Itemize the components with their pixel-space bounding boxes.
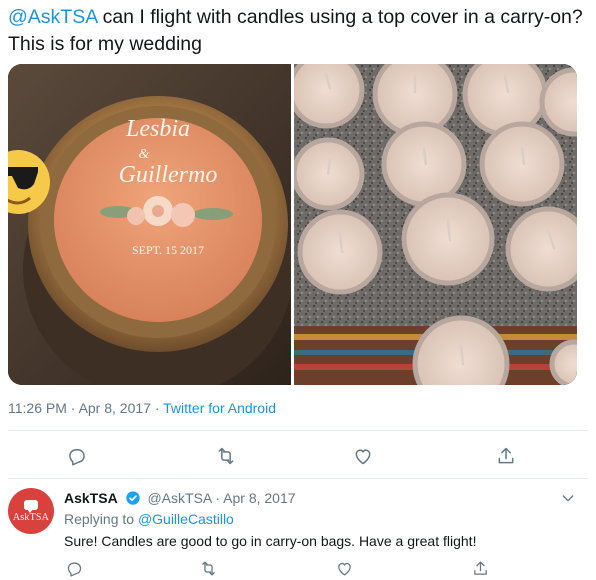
verified-badge-icon (125, 491, 140, 505)
mention-link[interactable]: @AskTSA (8, 6, 97, 28)
label-name-2: Guillermo (119, 162, 218, 188)
tweet-actions (0, 440, 596, 472)
tweet-text: @AskTSA can I flight with candles using … (8, 4, 588, 58)
wedding-tin-photo: Lesbia & Guillermo SEPT. 15 2017 (8, 64, 291, 385)
meta-separator: · (66, 400, 79, 416)
reply-date[interactable]: Apr 8, 2017 (223, 490, 295, 506)
meta-separator: · (211, 490, 224, 506)
candle-jars-photo (294, 64, 577, 385)
replying-to-label: Replying to (64, 511, 138, 527)
retweet-icon (201, 560, 215, 576)
tweet-source[interactable]: Twitter for Android (163, 400, 276, 416)
meta-separator: · (150, 400, 164, 416)
reply-reply-button[interactable] (62, 556, 86, 580)
tweet-meta: 11:26 PM · Apr 8, 2017 · Twitter for And… (8, 400, 276, 416)
share-icon (473, 560, 487, 575)
label-ampersand: & (139, 147, 150, 162)
reply-actions (0, 556, 596, 580)
reply-share-button[interactable] (468, 556, 492, 580)
reply-icon (67, 562, 81, 577)
share-button[interactable] (490, 440, 522, 472)
replying-to-link[interactable]: @GuilleCastillo (138, 511, 234, 527)
avatar-text: AskTSA (12, 511, 50, 523)
like-button[interactable] (347, 440, 379, 472)
reply-button[interactable] (61, 440, 93, 472)
chat-bubble-icon (24, 499, 38, 513)
retweet-button[interactable] (210, 440, 242, 472)
tweet-date[interactable]: Apr 8, 2017 (79, 400, 151, 416)
tweet-media[interactable]: Lesbia & Guillermo SEPT. 15 2017 (8, 64, 577, 385)
share-icon (498, 447, 514, 464)
reply-header: AskTSA @AskTSA · Apr 8, 2017 (64, 490, 296, 506)
reply-tweet[interactable]: AskTSA AskTSA @AskTSA · Apr 8, 2017 Repl… (0, 480, 596, 580)
tweet-time: 11:26 PM (8, 400, 67, 416)
label-date: SEPT. 15 2017 (132, 243, 204, 257)
like-icon (355, 449, 371, 465)
reply-author-name[interactable]: AskTSA (64, 490, 118, 506)
divider (8, 478, 588, 479)
chevron-down-icon[interactable] (560, 490, 576, 506)
like-icon (337, 562, 351, 576)
reply-like-button[interactable] (332, 556, 356, 580)
divider (8, 430, 588, 431)
replying-to: Replying to @GuilleCastillo (64, 511, 234, 527)
avatar[interactable]: AskTSA (8, 488, 54, 534)
label-name-1: Lesbia (125, 116, 190, 142)
reply-icon (69, 449, 85, 466)
reply-retweet-button[interactable] (196, 556, 220, 580)
reply-body: Sure! Candles are good to go in carry-on… (64, 533, 477, 549)
reply-author-handle[interactable]: @AskTSA (147, 490, 211, 506)
retweet-icon (218, 447, 234, 465)
